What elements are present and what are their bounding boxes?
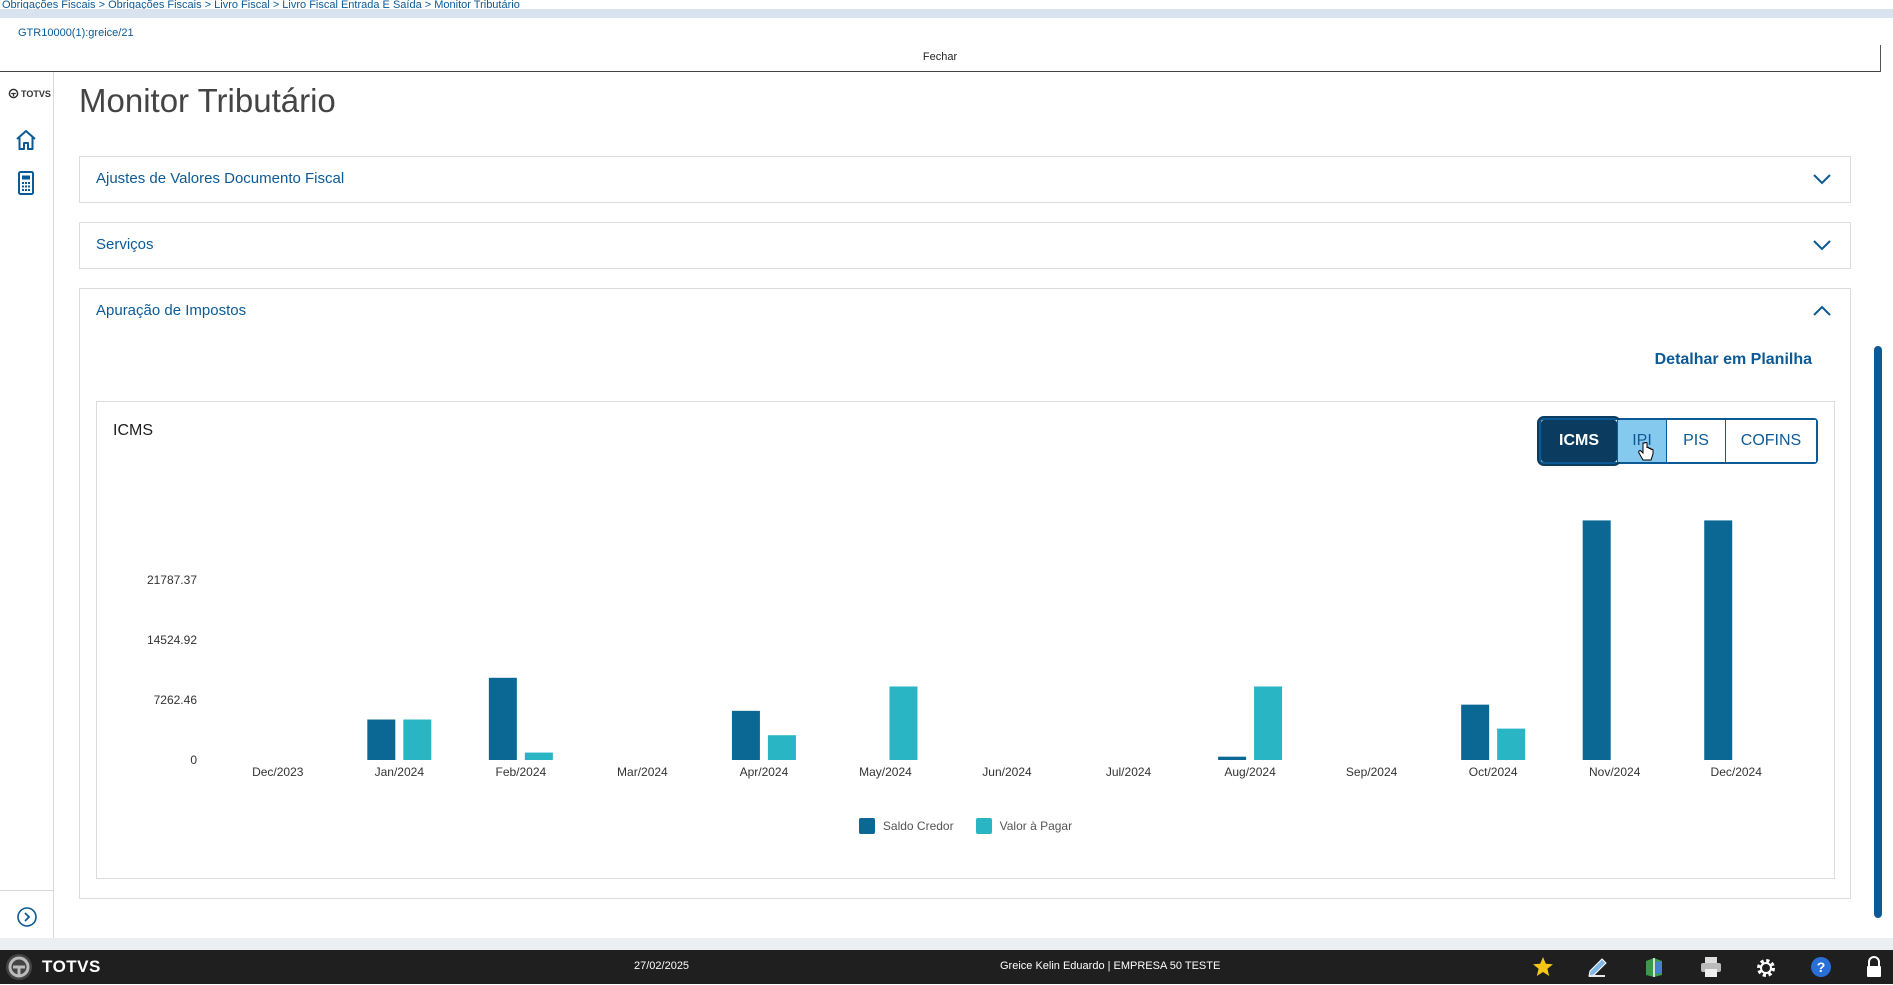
book-icon[interactable] bbox=[1643, 956, 1665, 983]
chevron-down-icon[interactable] bbox=[1812, 172, 1832, 191]
accordion-apuracao: Apuração de Impostos Detalhar em Planilh… bbox=[79, 288, 1851, 899]
x-tick-label: Dec/2024 bbox=[1711, 765, 1763, 779]
pen-icon[interactable] bbox=[1587, 956, 1609, 983]
accordion-ajustes[interactable]: Ajustes de Valores Documento Fiscal bbox=[79, 156, 1851, 203]
accordion-title: Ajustes de Valores Documento Fiscal bbox=[96, 170, 345, 187]
y-tick-label: 0 bbox=[190, 753, 197, 767]
totvs-brand: TOTVS bbox=[4, 950, 101, 984]
bar-valor-pagar-feb-2024[interactable] bbox=[524, 752, 553, 760]
logo-text: TOTVS bbox=[21, 88, 51, 99]
x-tick-label: Jun/2024 bbox=[982, 765, 1032, 779]
bar-saldo-credor-feb-2024[interactable] bbox=[488, 677, 517, 760]
x-tick-label: Aug/2024 bbox=[1224, 765, 1276, 779]
status-user: Greice Kelin Eduardo | EMPRESA 50 TESTE bbox=[1000, 960, 1221, 972]
cursor-hand-icon bbox=[1638, 442, 1654, 461]
status-bar: TOTVS 27/02/2025 Greice Kelin Eduardo | … bbox=[0, 938, 1893, 985]
bar-saldo-credor-nov-2024[interactable] bbox=[1582, 520, 1611, 760]
sidebar-divider bbox=[0, 890, 53, 891]
status-gap bbox=[0, 938, 1893, 950]
calculator-icon[interactable] bbox=[14, 170, 38, 201]
detail-spreadsheet-link[interactable]: Detalhar em Planilha bbox=[1655, 351, 1812, 369]
status-date: 27/02/2025 bbox=[634, 960, 690, 972]
page-title: Monitor Tributário bbox=[79, 82, 336, 119]
sidebar: TOTVS bbox=[0, 72, 54, 945]
routine-id: GTR10000(1):greice/21 bbox=[18, 27, 134, 39]
bar-valor-pagar-oct-2024[interactable] bbox=[1497, 728, 1526, 760]
totvs-logo: TOTVS bbox=[8, 88, 51, 99]
chevron-down-icon[interactable] bbox=[1812, 238, 1832, 257]
close-button[interactable]: Fechar bbox=[0, 45, 1881, 72]
x-tick-label: Feb/2024 bbox=[495, 765, 546, 779]
chevron-up-icon[interactable] bbox=[1812, 304, 1832, 323]
gear-icon[interactable] bbox=[1754, 956, 1778, 985]
totvs-brand-icon bbox=[6, 954, 32, 980]
totvs-logo-icon bbox=[8, 88, 19, 99]
printer-icon[interactable] bbox=[1699, 956, 1723, 983]
bar-valor-pagar-apr-2024[interactable] bbox=[767, 735, 796, 760]
x-tick-label: Dec/2023 bbox=[252, 765, 304, 779]
accordion-title[interactable]: Apuração de Impostos bbox=[96, 302, 246, 319]
chart-card: ICMS ICMS IPI PIS COFINS 0 7262.46 14524.9… bbox=[96, 401, 1835, 879]
bar-saldo-credor-apr-2024[interactable] bbox=[731, 710, 760, 760]
brand-text: TOTVS bbox=[42, 957, 101, 976]
legend-swatch bbox=[858, 818, 875, 834]
y-tick-label: 21787.37 bbox=[147, 573, 197, 587]
x-tick-label: Oct/2024 bbox=[1469, 765, 1518, 779]
bar-chart: 0 7262.46 14524.92 21787.37 Dec/2023 Jan/2024… bbox=[147, 520, 1763, 779]
lock-icon[interactable] bbox=[1864, 956, 1884, 983]
legend-item-valor-a-pagar[interactable]: Valor à Pagar bbox=[975, 818, 1073, 834]
bar-valor-pagar-jan-2024[interactable] bbox=[403, 719, 432, 760]
legend-item-saldo-credor[interactable]: Saldo Credor bbox=[858, 818, 954, 834]
accordion-servicos[interactable]: Serviços bbox=[79, 222, 1851, 269]
x-tick-label: May/2024 bbox=[859, 765, 912, 779]
legend-swatch bbox=[975, 818, 992, 834]
x-tick-label: Jul/2024 bbox=[1106, 765, 1152, 779]
bar-valor-pagar-aug-2024[interactable] bbox=[1254, 686, 1283, 760]
accordion-title: Serviços bbox=[96, 236, 154, 253]
star-icon[interactable] bbox=[1532, 956, 1554, 983]
x-tick-label: Jan/2024 bbox=[375, 765, 425, 779]
x-tick-label: Sep/2024 bbox=[1346, 765, 1398, 779]
y-tick-label: 14524.92 bbox=[147, 633, 197, 647]
bar-saldo-credor-aug-2024[interactable] bbox=[1218, 756, 1247, 760]
vertical-scrollbar[interactable] bbox=[1874, 346, 1882, 918]
legend-label: Valor à Pagar bbox=[999, 819, 1073, 833]
bar-saldo-credor-dec-2024[interactable] bbox=[1704, 520, 1733, 760]
svg-text:?: ? bbox=[1817, 959, 1826, 975]
x-tick-label: Nov/2024 bbox=[1589, 765, 1641, 779]
bar-valor-pagar-may-2024[interactable] bbox=[889, 686, 918, 760]
legend-label: Saldo Credor bbox=[882, 819, 954, 833]
x-tick-label: Mar/2024 bbox=[617, 765, 668, 779]
help-icon[interactable]: ? bbox=[1810, 956, 1832, 983]
bar-saldo-credor-oct-2024[interactable] bbox=[1461, 704, 1490, 760]
chart-legend: Saldo Credor Valor à Pagar bbox=[97, 818, 1834, 834]
top-strip bbox=[0, 9, 1893, 18]
x-tick-label: Apr/2024 bbox=[740, 765, 789, 779]
home-icon[interactable] bbox=[14, 128, 38, 157]
y-tick-label: 7262.46 bbox=[154, 693, 198, 707]
bar-saldo-credor-jan-2024[interactable] bbox=[367, 719, 396, 760]
chevron-right-circle-icon[interactable] bbox=[16, 906, 38, 933]
